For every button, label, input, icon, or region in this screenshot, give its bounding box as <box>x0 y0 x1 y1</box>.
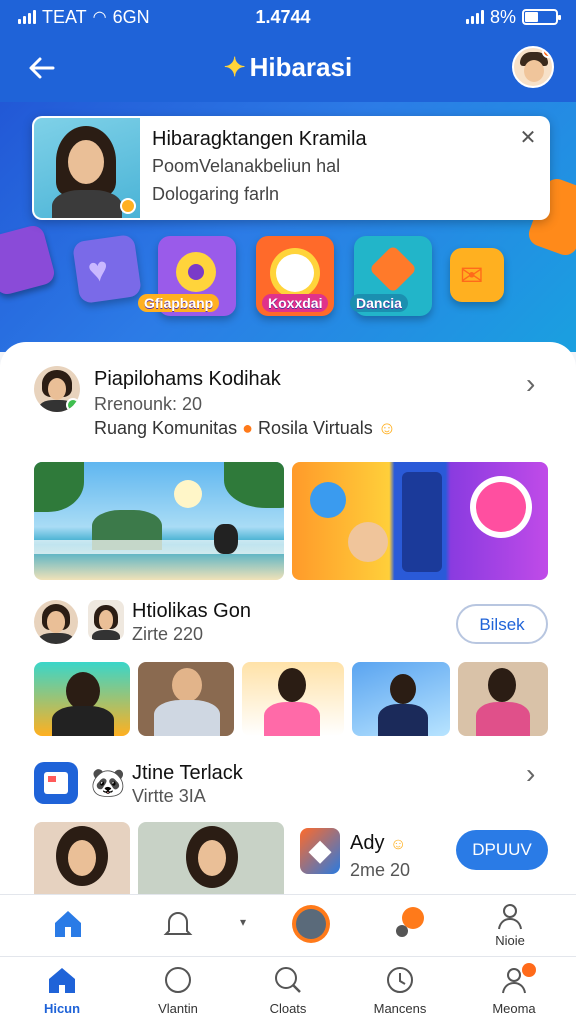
person-icon <box>498 904 522 930</box>
app-logo-icon: ✦ <box>223 52 246 82</box>
tab-home-label: Hicun <box>43 1001 81 1016</box>
post-title: Htiolikas Gon <box>132 600 251 622</box>
signal-icon <box>18 10 36 24</box>
search-icon <box>275 967 301 993</box>
game-tile-2-label: Koxxdai <box>262 294 329 312</box>
compass-icon <box>292 905 330 943</box>
gallery-photo[interactable] <box>458 662 548 736</box>
game-icon[interactable]: ◆ <box>300 828 340 874</box>
tab-mancens-label: Mancens <box>373 1001 427 1016</box>
network-type: 6GN <box>112 6 150 27</box>
bottom-tab-bar: Hicun Vlantin Cloats Mancens Meoma <box>0 956 576 1024</box>
smile-icon: ☺ <box>377 418 397 438</box>
gallery-photo[interactable] <box>138 822 284 894</box>
bell-icon <box>163 912 193 935</box>
tab-meoma-label: Meoma <box>492 1001 536 1016</box>
gallery-photo[interactable] <box>242 662 344 736</box>
chevron-right-icon[interactable]: › <box>526 760 535 788</box>
page-title: ✦ Hibarasi <box>223 52 353 82</box>
play-button[interactable]: DPUUV <box>456 830 548 870</box>
post-title: Ady ☺ <box>350 832 407 854</box>
avatar[interactable] <box>88 600 124 640</box>
gallery-photo[interactable] <box>34 662 130 736</box>
wifi-icon: ◠ <box>92 9 107 26</box>
tab-cloats[interactable]: Cloats <box>240 965 336 1021</box>
notification-title: Hibaragktangen Kramila <box>152 128 367 150</box>
home-icon <box>49 968 75 993</box>
secondary-nav: ▾ Nioie <box>0 894 576 956</box>
tab-cloats-label: Cloats <box>269 1001 307 1016</box>
nav-compass[interactable]: ▾ <box>240 901 336 949</box>
app-header: ✦ Hibarasi <box>0 34 576 102</box>
profile-avatar[interactable] <box>512 46 554 88</box>
clock: 1.4744 <box>255 6 311 27</box>
post-caption: Ruang Komunitas ● Rosila Virtuals ☺ <box>94 418 397 438</box>
game-tile-3-label: Dancia <box>350 294 408 312</box>
carrier-name: TEAT <box>42 6 87 27</box>
smile-icon: ☺ <box>390 836 407 853</box>
nav-person-label: Nioie <box>495 933 525 948</box>
gallery-photo[interactable] <box>34 822 130 894</box>
tab-home[interactable]: Hicun <box>14 965 110 1021</box>
close-icon[interactable]: ✕ <box>516 126 540 150</box>
tab-vlantin[interactable]: Vlantin <box>130 965 226 1021</box>
notification-card[interactable]: Hibaragktangen Kramila PoomVelanakbeliun… <box>32 116 550 220</box>
post-meta: Zirte 220 <box>132 624 204 644</box>
post-title: Jtine Terlack <box>132 762 243 784</box>
panda-icon: 🐼 <box>90 762 126 804</box>
heart-icon: ♥ <box>85 250 111 291</box>
avatar[interactable] <box>34 600 78 644</box>
home-icon <box>55 911 81 937</box>
clock-icon <box>387 967 413 993</box>
circle-icon <box>165 967 191 993</box>
app-icon[interactable] <box>34 762 78 804</box>
avatar[interactable] <box>34 366 80 412</box>
notification-avatar <box>34 118 140 218</box>
nav-home[interactable] <box>20 905 116 945</box>
caret-down-icon: ▾ <box>240 915 247 929</box>
status-bar: TEAT ◠ 6GN 1.4744 8% <box>0 0 576 34</box>
tab-vlantin-label: Vlantin <box>158 1001 198 1016</box>
games-photo[interactable] <box>292 462 548 580</box>
decor-tile <box>0 223 57 297</box>
cellular-icon <box>465 10 484 24</box>
notification-text: PoomVelanakbeliun hal <box>152 156 341 176</box>
envelope-icon: ✉ <box>460 260 484 291</box>
post-title: Piapilohams Kodihak <box>94 368 281 390</box>
follow-button[interactable]: Bilsek <box>456 604 548 644</box>
beach-photo[interactable] <box>34 462 284 580</box>
post-meta: Virtte 3IA <box>132 786 206 806</box>
tab-mancens[interactable]: Mancens <box>352 965 448 1021</box>
chevron-right-icon[interactable]: › <box>526 370 535 398</box>
heart-tile[interactable]: ♥ <box>71 233 143 305</box>
feed: Piapilohams Kodihak Rrenounk: 20 › Ruang… <box>0 342 576 894</box>
nav-person[interactable]: Nioie <box>462 901 558 955</box>
notification-dot <box>522 963 536 977</box>
mail-tile[interactable]: ✉ <box>450 248 504 302</box>
emoji-icon: ● <box>242 418 253 438</box>
nav-bell[interactable] <box>130 905 226 945</box>
notification-subtext: Dologaring farln <box>152 184 280 204</box>
game-tile-1-label: Gfiapbanp <box>138 294 220 312</box>
gallery-photo[interactable] <box>138 662 234 736</box>
tab-meoma[interactable]: Meoma <box>466 963 562 1021</box>
post-meta: Rrenounk: 20 <box>94 394 203 414</box>
battery-percent: 8% <box>489 6 516 27</box>
battery-icon <box>522 9 561 25</box>
post-meta: 2me 20 <box>350 860 411 880</box>
promo-banner: Hibaragktangen Kramila PoomVelanakbeliun… <box>0 102 576 352</box>
nav-sparkle[interactable] <box>362 905 458 945</box>
gallery-photo[interactable] <box>352 662 450 736</box>
